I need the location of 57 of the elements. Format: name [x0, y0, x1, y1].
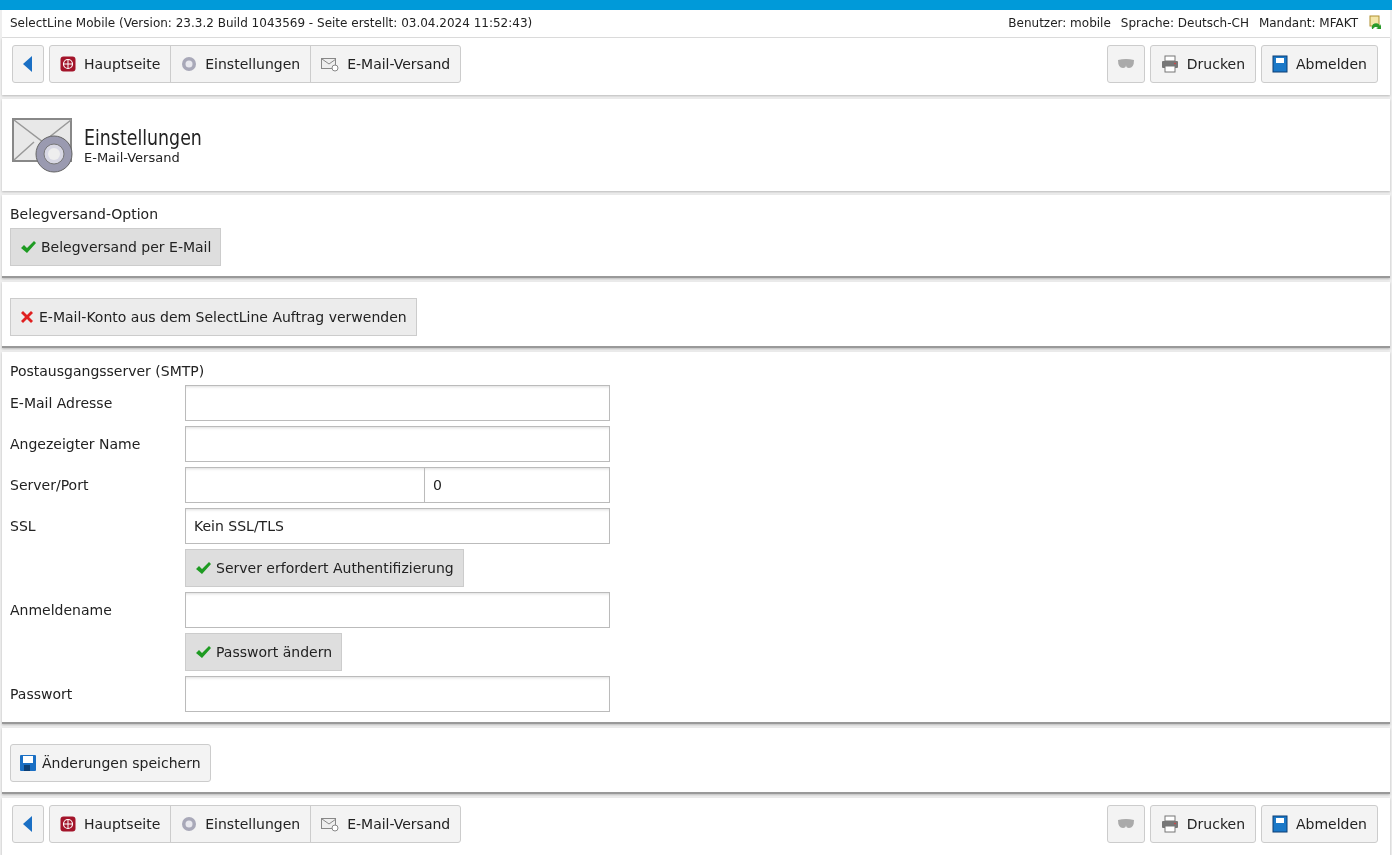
back-button[interactable] — [12, 45, 44, 84]
envelope-gear-icon — [321, 816, 340, 832]
toggle-button[interactable]: Server erfordert Authentifizierung — [185, 549, 464, 588]
language-info: Sprache: Deutsch-CH — [1120, 16, 1249, 31]
app-info: SelectLine Mobile (Version: 23.3.2 Build 1043569 - Seite erstellt: 03.04.2024 11:52:43) — [10, 16, 533, 31]
input-field[interactable] — [185, 467, 425, 504]
toggle-button[interactable]: E-Mail-Konto aus dem SelectLine Auftrag verwenden — [10, 298, 417, 337]
section-title: Belegversand-Option — [10, 206, 160, 223]
client-info: Mandant: MFAKT — [1258, 16, 1358, 31]
input-field[interactable] — [185, 426, 610, 463]
input-field[interactable] — [185, 676, 610, 713]
save-button[interactable]: Änderungen speichern — [10, 744, 211, 783]
toolbar-button[interactable]: Abmelden — [1261, 805, 1378, 843]
check-icon — [195, 645, 211, 660]
door-icon — [1272, 55, 1288, 74]
globe-icon — [60, 816, 76, 832]
user-info: Benutzer: mobile — [1008, 16, 1111, 31]
page-title: Einstellungen — [84, 125, 202, 150]
check-icon — [195, 561, 211, 576]
breadcrumb-link[interactable]: Einstellungen — [170, 46, 311, 83]
input-field[interactable]: Kein SSL/TLS — [185, 508, 610, 545]
field-label: Server/Port — [10, 477, 90, 494]
input-field[interactable]: 0 — [425, 467, 610, 504]
caret-left-icon — [23, 56, 33, 73]
section-title: Postausgangsserver (SMTP) — [10, 363, 206, 380]
toolbar-button[interactable]: Drucken — [1149, 805, 1256, 843]
mask-icon — [1117, 819, 1134, 829]
key-icon — [1368, 15, 1382, 32]
breadcrumb-link[interactable]: E-Mail-Versand — [310, 806, 461, 842]
mask-button[interactable] — [1106, 805, 1145, 843]
toolbar-button[interactable]: Drucken — [1149, 45, 1256, 84]
toolbar-button[interactable]: Abmelden — [1261, 45, 1378, 84]
printer-icon — [1160, 815, 1179, 833]
input-field[interactable] — [185, 592, 610, 629]
envelope-gear-icon — [12, 117, 74, 174]
back-button[interactable] — [12, 805, 44, 843]
field-label: SSL — [10, 518, 37, 535]
cross-icon — [20, 310, 34, 325]
field-label: Angezeigter Name — [10, 436, 142, 453]
caret-left-icon — [23, 816, 33, 832]
globe-icon — [60, 56, 76, 73]
breadcrumb-link[interactable]: Einstellungen — [170, 806, 311, 842]
breadcrumb-link[interactable]: E-Mail-Versand — [310, 46, 461, 83]
breadcrumb-link[interactable]: Hauptseite — [50, 46, 171, 83]
mask-button[interactable] — [1106, 45, 1145, 84]
field-label: Anmeldename — [10, 602, 113, 619]
printer-icon — [1160, 55, 1179, 74]
mask-icon — [1117, 59, 1134, 70]
toggle-button[interactable]: Belegversand per E-Mail — [10, 228, 222, 267]
toggle-button[interactable]: Passwort ändern — [185, 633, 343, 672]
door-icon — [1272, 815, 1288, 833]
field-label: E-Mail Adresse — [10, 395, 114, 412]
page-subtitle: E-Mail-Versand — [84, 149, 181, 165]
input-field[interactable] — [185, 385, 610, 422]
field-label: Passwort — [10, 686, 74, 703]
breadcrumb-link[interactable]: Hauptseite — [50, 806, 171, 842]
check-icon — [20, 240, 36, 255]
